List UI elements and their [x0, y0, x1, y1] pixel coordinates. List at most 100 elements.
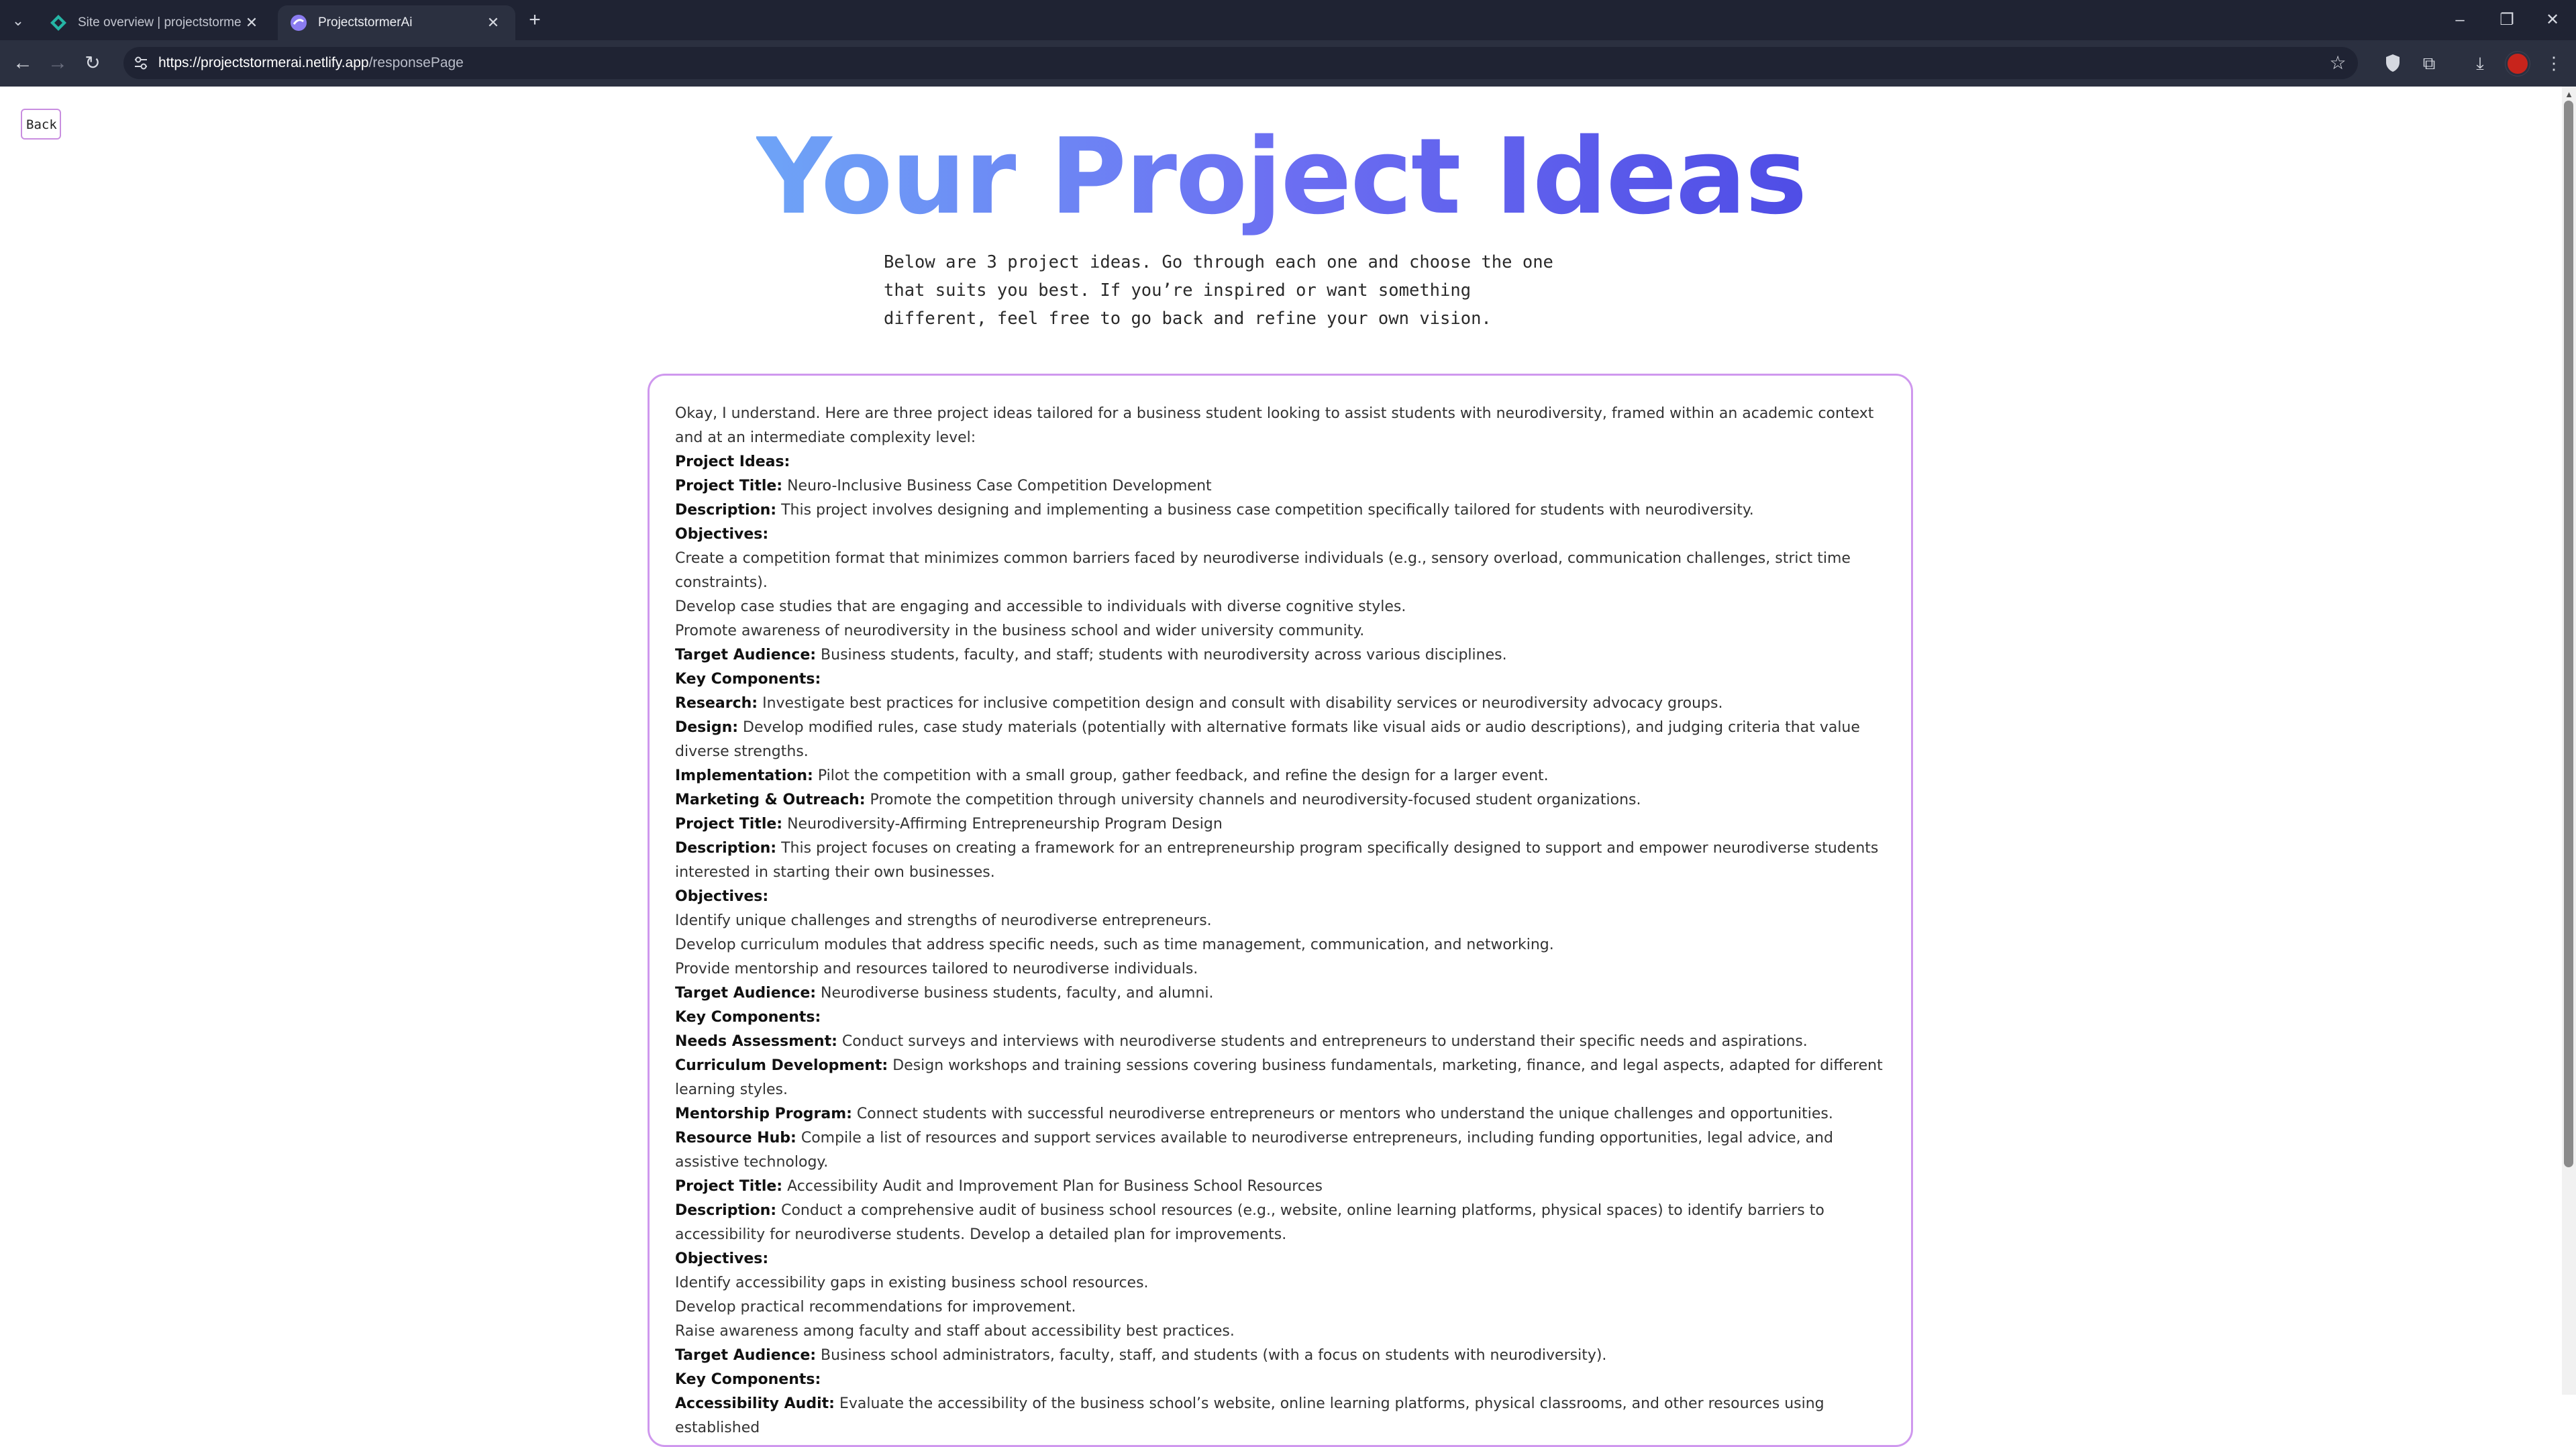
response-text: Connect students with successful neurodi…	[856, 1106, 1833, 1122]
response-line: Description: This project involves desig…	[675, 498, 1886, 523]
response-line: Target Audience: Neurodiverse business s…	[675, 981, 1886, 1006]
response-line: Design: Develop modified rules, case stu…	[675, 716, 1886, 764]
response-line: Promote awareness of neurodiversity in t…	[675, 619, 1886, 643]
browser-tab-strip: ⌄ Site overview | projectstormerai ✕ Pro…	[0, 0, 2576, 40]
response-text: Compile a list of resources and support …	[675, 1130, 1833, 1171]
response-label: Needs Assessment:	[675, 1033, 837, 1050]
address-bar[interactable]: https://projectstormerai.netlify.app/res…	[123, 47, 2358, 79]
response-text: Develop practical recommendations for im…	[675, 1299, 1076, 1316]
extensions-puzzle-icon[interactable]: ⧉	[2416, 50, 2442, 76]
response-text: Investigate best practices for inclusive…	[762, 695, 1723, 712]
response-label: Accessibility Audit:	[675, 1395, 835, 1412]
response-text: Identify accessibility gaps in existing …	[675, 1275, 1149, 1291]
projectstormer-favicon-icon	[291, 15, 307, 31]
intro-line: Below are 3 project ideas. Go through ea…	[884, 252, 1553, 272]
response-text: Business school administrators, faculty,…	[821, 1347, 1607, 1364]
response-text: Conduct a comprehensive audit of busines…	[675, 1202, 1824, 1243]
response-text: Evaluate the accessibility of the busine…	[675, 1395, 1824, 1436]
response-text: This project involves designing and impl…	[781, 502, 1754, 519]
close-tab-icon[interactable]: ✕	[483, 13, 503, 33]
forward-arrow-icon[interactable]: →	[44, 50, 71, 76]
response-label: Key Components:	[675, 671, 821, 688]
intro-line: different, feel free to go back and refi…	[884, 309, 1492, 329]
intro-text: Below are 3 project ideas. Go through ea…	[884, 248, 1555, 333]
response-label: Description:	[675, 502, 777, 519]
response-text: Business students, faculty, and staff; s…	[821, 647, 1507, 663]
page-title-text: Your Project Ideas	[756, 115, 1808, 237]
response-label: Project Title:	[675, 478, 783, 494]
response-text: Develop curriculum modules that address …	[675, 936, 1554, 953]
site-info-tune-icon[interactable]	[129, 51, 153, 75]
response-label: Description:	[675, 1202, 777, 1219]
reload-icon[interactable]: ↻	[79, 50, 106, 76]
response-line: Key Components:	[675, 667, 1886, 692]
response-line: Description: This project focuses on cre…	[675, 837, 1886, 885]
tab-search-chevron-icon[interactable]: ⌄	[7, 9, 30, 32]
response-label: Key Components:	[675, 1371, 821, 1388]
response-line: Target Audience: Business students, facu…	[675, 643, 1886, 667]
response-label: Target Audience:	[675, 985, 817, 1002]
response-label: Design:	[675, 719, 739, 736]
response-line: Key Components:	[675, 1368, 1886, 1392]
response-label: Marketing & Outreach:	[675, 792, 866, 808]
response-line: Okay, I understand. Here are three proje…	[675, 402, 1886, 450]
response-label: Implementation:	[675, 767, 813, 784]
restore-window-icon[interactable]: ❐	[2487, 7, 2527, 34]
response-label: Objectives:	[675, 526, 769, 543]
response-label: Objectives:	[675, 1250, 769, 1267]
response-line: Needs Assessment: Conduct surveys and in…	[675, 1030, 1886, 1054]
profile-avatar[interactable]	[2508, 54, 2528, 74]
response-line: Project Ideas:	[675, 450, 1886, 474]
bookmark-star-icon[interactable]: ☆	[2327, 52, 2349, 74]
response-text: Identify unique challenges and strengths…	[675, 912, 1212, 929]
new-tab-plus-icon[interactable]: +	[523, 9, 546, 32]
response-line: Curriculum Development: Design workshops…	[675, 1054, 1886, 1102]
response-text: Neuro-Inclusive Business Case Competitio…	[787, 478, 1212, 494]
tab-site-overview[interactable]: Site overview | projectstormerai ✕	[38, 5, 274, 40]
response-line: Develop curriculum modules that address …	[675, 933, 1886, 957]
response-label: Objectives:	[675, 888, 769, 905]
response-line: Identify accessibility gaps in existing …	[675, 1271, 1886, 1295]
response-text: Neurodiverse business students, faculty,…	[821, 985, 1214, 1002]
tab-projectstormerai[interactable]: ProjectstormerAi ✕	[278, 5, 515, 40]
response-text: Create a competition format that minimiz…	[675, 550, 1851, 591]
response-line: Project Title: Neuro-Inclusive Business …	[675, 474, 1886, 498]
back-arrow-icon[interactable]: ←	[9, 50, 36, 76]
response-label: Target Audience:	[675, 647, 817, 663]
response-line: Project Title: Neurodiversity-Affirming …	[675, 812, 1886, 837]
response-line: Marketing & Outreach: Promote the compet…	[675, 788, 1886, 812]
url-text[interactable]: https://projectstormerai.netlify.app/res…	[158, 47, 464, 79]
response-line: Description: Conduct a comprehensive aud…	[675, 1199, 1886, 1247]
response-line: Target Audience: Business school adminis…	[675, 1344, 1886, 1368]
shield-extension-icon[interactable]	[2379, 50, 2406, 76]
url-path: /responsePage	[368, 55, 464, 70]
close-window-icon[interactable]: ✕	[2532, 7, 2573, 34]
scrollbar-thumb[interactable]	[2564, 101, 2573, 1167]
response-line: Raise awareness among faculty and staff …	[675, 1320, 1886, 1344]
page-title: Your Project Ideas	[0, 113, 2562, 240]
netlify-favicon-icon	[50, 15, 66, 31]
response-line: Create a competition format that minimiz…	[675, 547, 1886, 595]
response-line: Objectives:	[675, 885, 1886, 909]
response-label: Key Components:	[675, 1009, 821, 1026]
response-text: Provide mentorship and resources tailore…	[675, 961, 1198, 977]
response-line: Develop case studies that are engaging a…	[675, 595, 1886, 619]
response-label: Description:	[675, 840, 777, 857]
tab-title: ProjectstormerAi	[318, 15, 413, 30]
response-text: Promote awareness of neurodiversity in t…	[675, 623, 1365, 639]
minimize-window-icon[interactable]: –	[2440, 7, 2480, 34]
response-text: Raise awareness among faculty and staff …	[675, 1323, 1235, 1340]
close-tab-icon[interactable]: ✕	[242, 13, 262, 33]
response-text: Pilot the competition with a small group…	[817, 767, 1549, 784]
project-ideas-response-card: Okay, I understand. Here are three proje…	[648, 374, 1913, 1447]
more-menu-icon[interactable]: ⋮	[2540, 50, 2567, 76]
response-label: Target Audience:	[675, 1347, 817, 1364]
response-line: Accessibility Audit: Evaluate the access…	[675, 1392, 1886, 1440]
response-text: Neurodiversity-Affirming Entrepreneurshi…	[787, 816, 1223, 833]
scroll-up-arrow-icon[interactable]: ▲	[2563, 90, 2575, 99]
response-label: Project Ideas:	[675, 453, 790, 470]
download-icon[interactable]: ⤓	[2467, 50, 2493, 76]
response-label: Mentorship Program:	[675, 1106, 852, 1122]
response-label: Curriculum Development:	[675, 1057, 888, 1074]
response-line: Implementation: Pilot the competition wi…	[675, 764, 1886, 788]
